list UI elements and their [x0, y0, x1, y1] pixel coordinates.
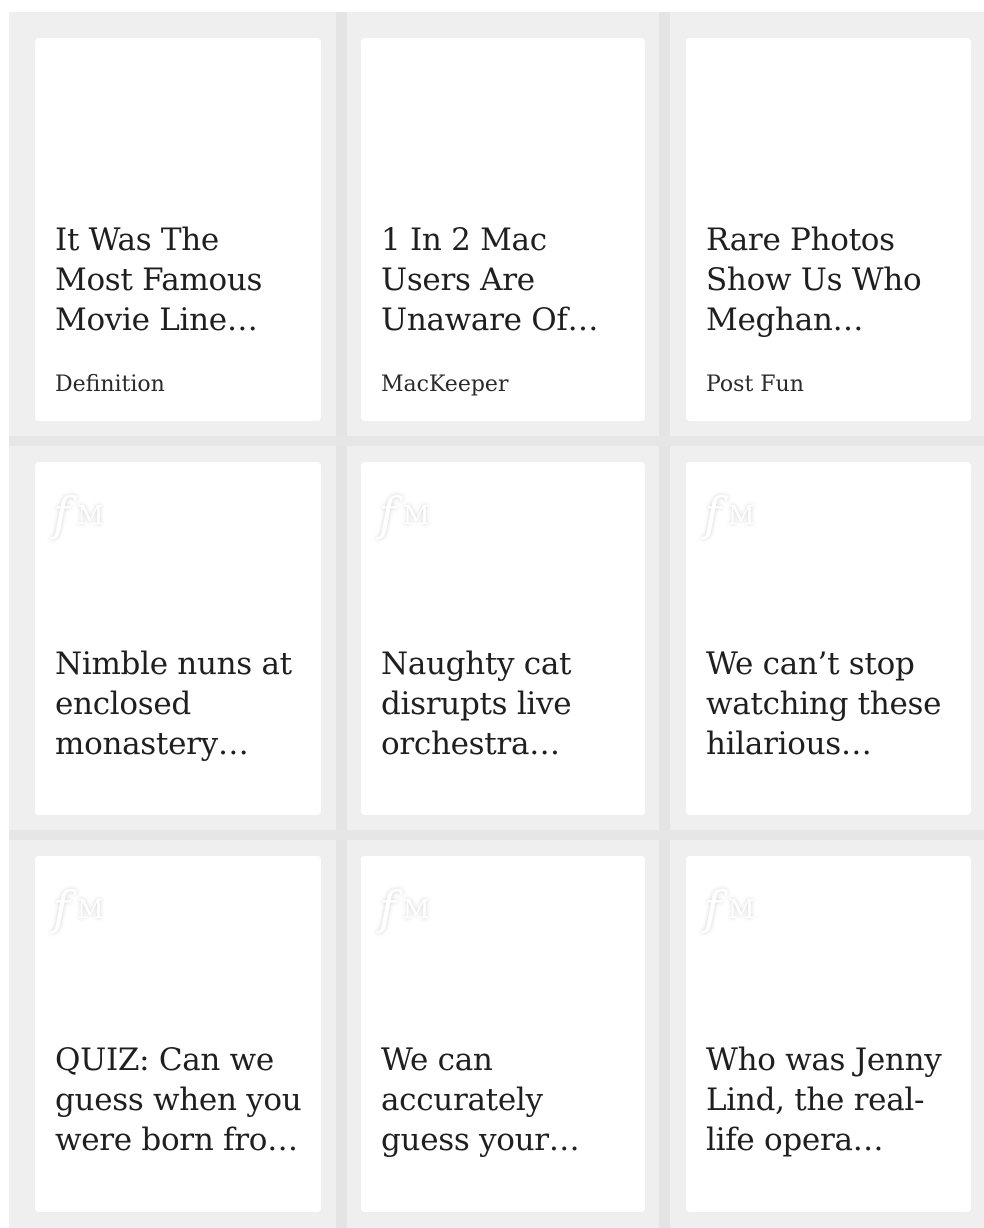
- svg-text:M: M: [77, 895, 104, 925]
- card-source: Definition: [55, 372, 165, 397]
- card-title: 1 In 2 Mac Users Are Unaware Of This Mac…: [381, 222, 568, 338]
- svg-text:f: f: [701, 881, 728, 935]
- fm-watermark-icon: f M: [50, 487, 104, 541]
- content-card[interactable]: f M Naughty cat disrupts live orchestra…: [361, 462, 645, 815]
- row-divider: [9, 830, 984, 840]
- svg-text:f: f: [50, 881, 77, 935]
- card-title: Nimble nuns at enclosed monastery…: [55, 646, 292, 762]
- left-edge: [0, 12, 9, 1228]
- content-card[interactable]: f M We can accurately guess your IQ,…: [361, 856, 645, 1212]
- svg-text:M: M: [403, 501, 430, 531]
- fm-watermark-icon: f M: [701, 487, 755, 541]
- card-title: We can accurately guess your IQ,…: [381, 1042, 549, 1158]
- svg-text:M: M: [77, 501, 104, 531]
- column-divider: [659, 12, 670, 1228]
- fm-watermark-icon: f M: [701, 881, 755, 935]
- card-source: Post Fun: [706, 372, 804, 397]
- svg-text:f: f: [376, 487, 403, 541]
- content-card[interactable]: It Was The Most Famous Movie Line Ever, …: [35, 38, 321, 421]
- content-card[interactable]: Rare Photos Show Us Who Meghan Markl… Po…: [686, 38, 971, 421]
- svg-text:M: M: [728, 501, 755, 531]
- fm-watermark-icon: f M: [376, 487, 430, 541]
- column-divider: [336, 12, 347, 1228]
- svg-text:f: f: [50, 487, 77, 541]
- content-card[interactable]: f M QUIZ: Can we guess when you were bor…: [35, 856, 321, 1212]
- fm-watermark-icon: f M: [376, 881, 430, 935]
- card-source: MacKeeper: [381, 372, 509, 397]
- recommended-content-grid: It Was The Most Famous Movie Line Ever, …: [0, 0, 984, 1228]
- svg-text:M: M: [728, 895, 755, 925]
- svg-text:M: M: [403, 895, 430, 925]
- row-divider: [9, 436, 984, 446]
- top-gutter: [0, 0, 984, 12]
- card-title: It Was The Most Famous Movie Line Ever, …: [55, 222, 263, 338]
- content-card[interactable]: f M We can’t stop watching these hilario…: [686, 462, 971, 815]
- card-title: Who was Jenny Lind, the real-life opera …: [706, 1042, 942, 1158]
- card-title: Rare Photos Show Us Who Meghan Markl…: [706, 222, 922, 338]
- fm-watermark-icon: f M: [50, 881, 104, 935]
- svg-text:f: f: [701, 487, 728, 541]
- content-card[interactable]: 1 In 2 Mac Users Are Unaware Of This Mac…: [361, 38, 645, 421]
- content-card[interactable]: f M Who was Jenny Lind, the real-life op…: [686, 856, 971, 1212]
- card-title: QUIZ: Can we guess when you were born fr…: [55, 1042, 302, 1158]
- card-title: We can’t stop watching these hilarious ‘…: [706, 646, 942, 762]
- content-card[interactable]: f M Nimble nuns at enclosed monastery…: [35, 462, 321, 815]
- svg-text:f: f: [376, 881, 403, 935]
- card-title: Naughty cat disrupts live orchestra…: [381, 646, 572, 762]
